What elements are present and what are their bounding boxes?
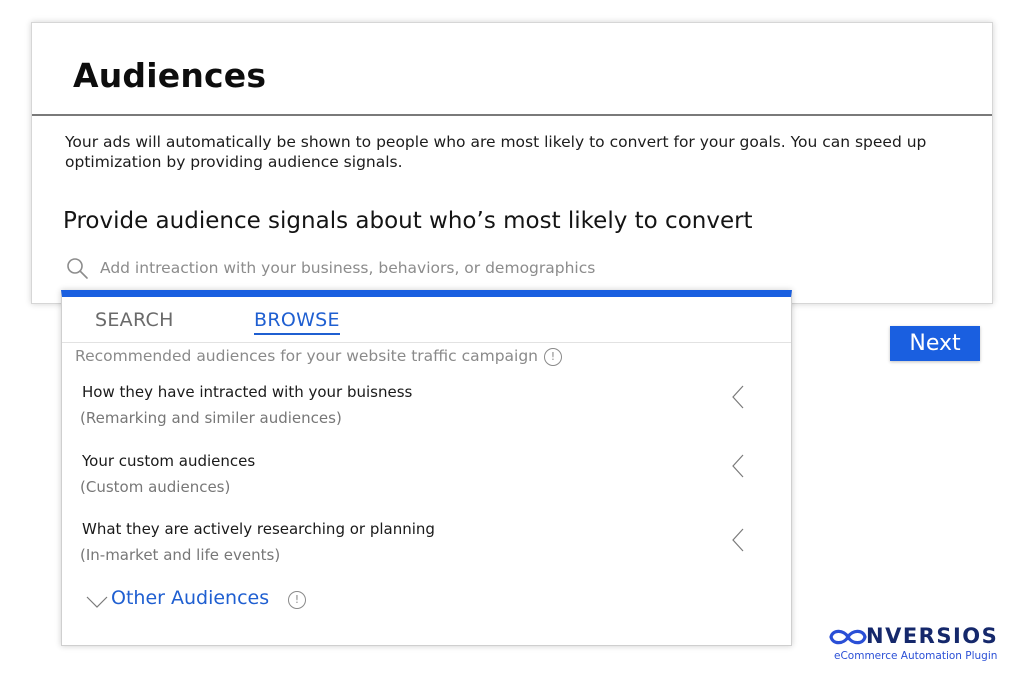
audience-item-title: How they have intracted with your buisne… [82,383,413,401]
audience-item-title: What they are actively researching or pl… [82,520,435,538]
title-divider [32,114,992,116]
brand-name: NVERSIOS [866,624,999,648]
search-input[interactable] [100,256,720,280]
chevron-left-icon[interactable] [730,526,746,554]
brand-tagline: eCommerce Automation Plugin [834,650,998,662]
chevron-left-icon[interactable] [730,383,746,411]
tab-search[interactable]: SEARCH [95,309,174,333]
chevron-down-icon [86,596,108,608]
audience-dropdown: SEARCH BROWSE Recommended audiences for … [61,290,792,646]
page-title: Audiences [73,56,267,95]
recommended-label: Recommended audiences for your website t… [75,347,539,365]
chevron-left-icon[interactable] [730,452,746,480]
info-icon[interactable]: ! [288,591,306,609]
audience-search[interactable] [65,256,765,282]
tab-browse[interactable]: BROWSE [254,309,340,335]
audience-item-subtitle: (In-market and life events) [80,546,281,564]
next-button[interactable]: Next [890,326,980,361]
search-icon [67,258,88,279]
other-audiences-label: Other Audiences [111,587,270,609]
audience-item-custom[interactable]: Your custom audiences (Custom audiences) [62,452,791,512]
audience-item-subtitle: (Custom audiences) [80,478,231,496]
recommended-row: Recommended audiences for your website t… [75,347,563,366]
audience-item-in-market[interactable]: What they are actively researching or pl… [62,520,791,580]
description-text: Your ads will automatically be shown to … [65,133,927,171]
tabs-divider [62,342,791,343]
audiences-card: Audiences Your ads will automatically be… [31,22,993,304]
signals-heading: Provide audience signals about who’s mos… [63,208,753,234]
infinity-logo-icon [829,629,867,645]
info-icon[interactable]: ! [544,348,563,366]
audience-item-interactions[interactable]: How they have intracted with your buisne… [62,383,791,443]
audience-item-title: Your custom audiences [82,452,256,470]
audience-item-subtitle: (Remarking and similer audiences) [80,409,342,427]
brand-logo: NVERSIOS eCommerce Automation Plugin [828,624,1008,668]
